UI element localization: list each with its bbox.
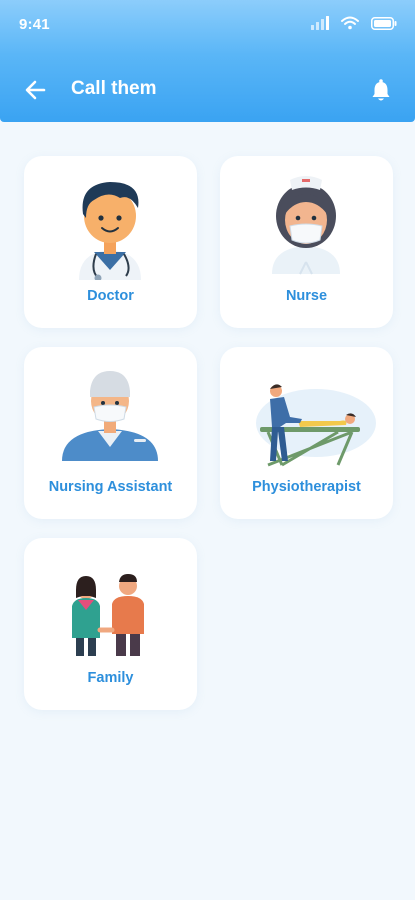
bell-icon bbox=[372, 79, 390, 101]
contact-label: Family bbox=[87, 670, 134, 686]
nursing-assistant-illustration bbox=[62, 371, 158, 461]
contact-label: Nursing Assistant bbox=[48, 479, 173, 495]
toolbar: Call them bbox=[0, 66, 415, 114]
contact-card-nurse[interactable]: Nurse bbox=[220, 156, 393, 328]
contact-card-nursing-assistant[interactable]: Nursing Assistant bbox=[24, 347, 197, 519]
contact-card-doctor[interactable]: Doctor bbox=[24, 156, 197, 328]
status-time: 9:41 bbox=[19, 16, 50, 33]
arrow-left-icon bbox=[25, 80, 46, 100]
back-button[interactable] bbox=[22, 76, 50, 104]
wifi-icon bbox=[341, 16, 359, 30]
app-bar: 9:41 Call them bbox=[0, 0, 415, 122]
family-illustration bbox=[72, 574, 144, 656]
notification-button[interactable] bbox=[367, 76, 395, 104]
contact-label: Doctor bbox=[87, 288, 134, 304]
status-bar: 9:41 bbox=[0, 0, 415, 52]
contact-label: Physiotherapist bbox=[252, 479, 361, 495]
contact-label: Nurse bbox=[285, 288, 328, 304]
battery-icon bbox=[371, 16, 397, 30]
physiotherapist-illustration bbox=[256, 384, 376, 467]
nurse-illustration bbox=[272, 176, 340, 275]
contact-card-physiotherapist[interactable]: Physiotherapist bbox=[220, 347, 393, 519]
contact-card-family[interactable]: Family bbox=[24, 538, 197, 710]
doctor-illustration bbox=[79, 182, 141, 280]
page-title: Call them bbox=[71, 78, 157, 99]
signal-icon bbox=[311, 16, 329, 30]
status-icons bbox=[311, 16, 397, 30]
